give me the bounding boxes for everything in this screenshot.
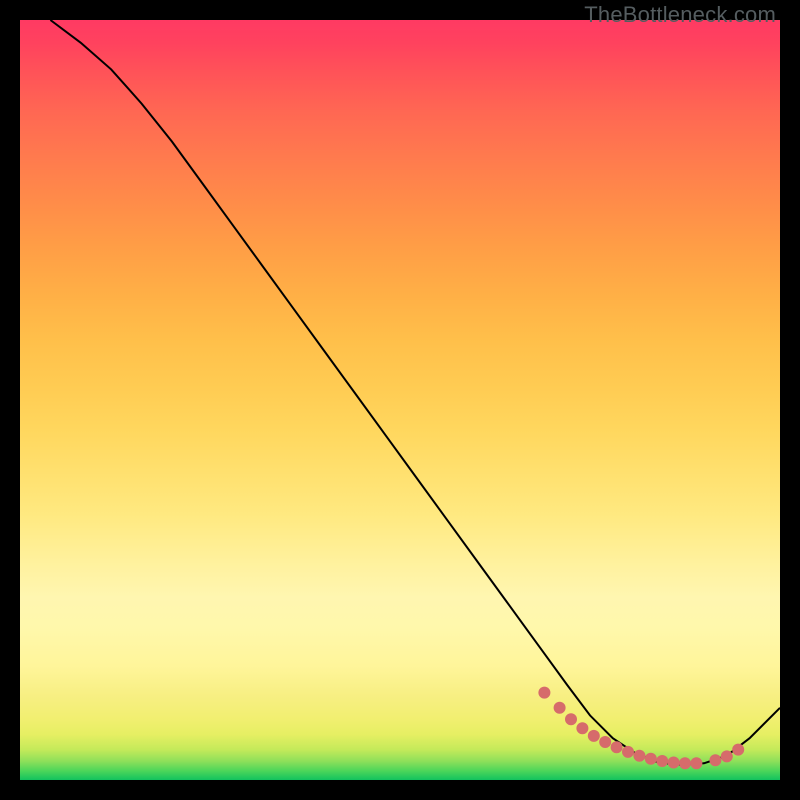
marker-dot bbox=[732, 744, 744, 756]
chart-overlay bbox=[20, 20, 780, 780]
marker-dot bbox=[709, 754, 721, 766]
marker-dot bbox=[656, 755, 668, 767]
chart-frame bbox=[20, 20, 780, 780]
marker-dot bbox=[538, 687, 550, 699]
marker-dot bbox=[679, 757, 691, 769]
bottleneck-curve bbox=[50, 20, 780, 765]
marker-dot bbox=[668, 757, 680, 769]
marker-dot bbox=[554, 702, 566, 714]
marker-dot bbox=[645, 753, 657, 765]
marker-dot bbox=[599, 736, 611, 748]
marker-dot bbox=[611, 741, 623, 753]
marker-dot bbox=[633, 750, 645, 762]
marker-dot bbox=[565, 713, 577, 725]
marker-dot bbox=[588, 730, 600, 742]
marker-dot bbox=[721, 750, 733, 762]
marker-dot bbox=[576, 722, 588, 734]
marker-dot bbox=[690, 757, 702, 769]
recommended-range-markers bbox=[538, 687, 744, 770]
marker-dot bbox=[622, 746, 634, 758]
